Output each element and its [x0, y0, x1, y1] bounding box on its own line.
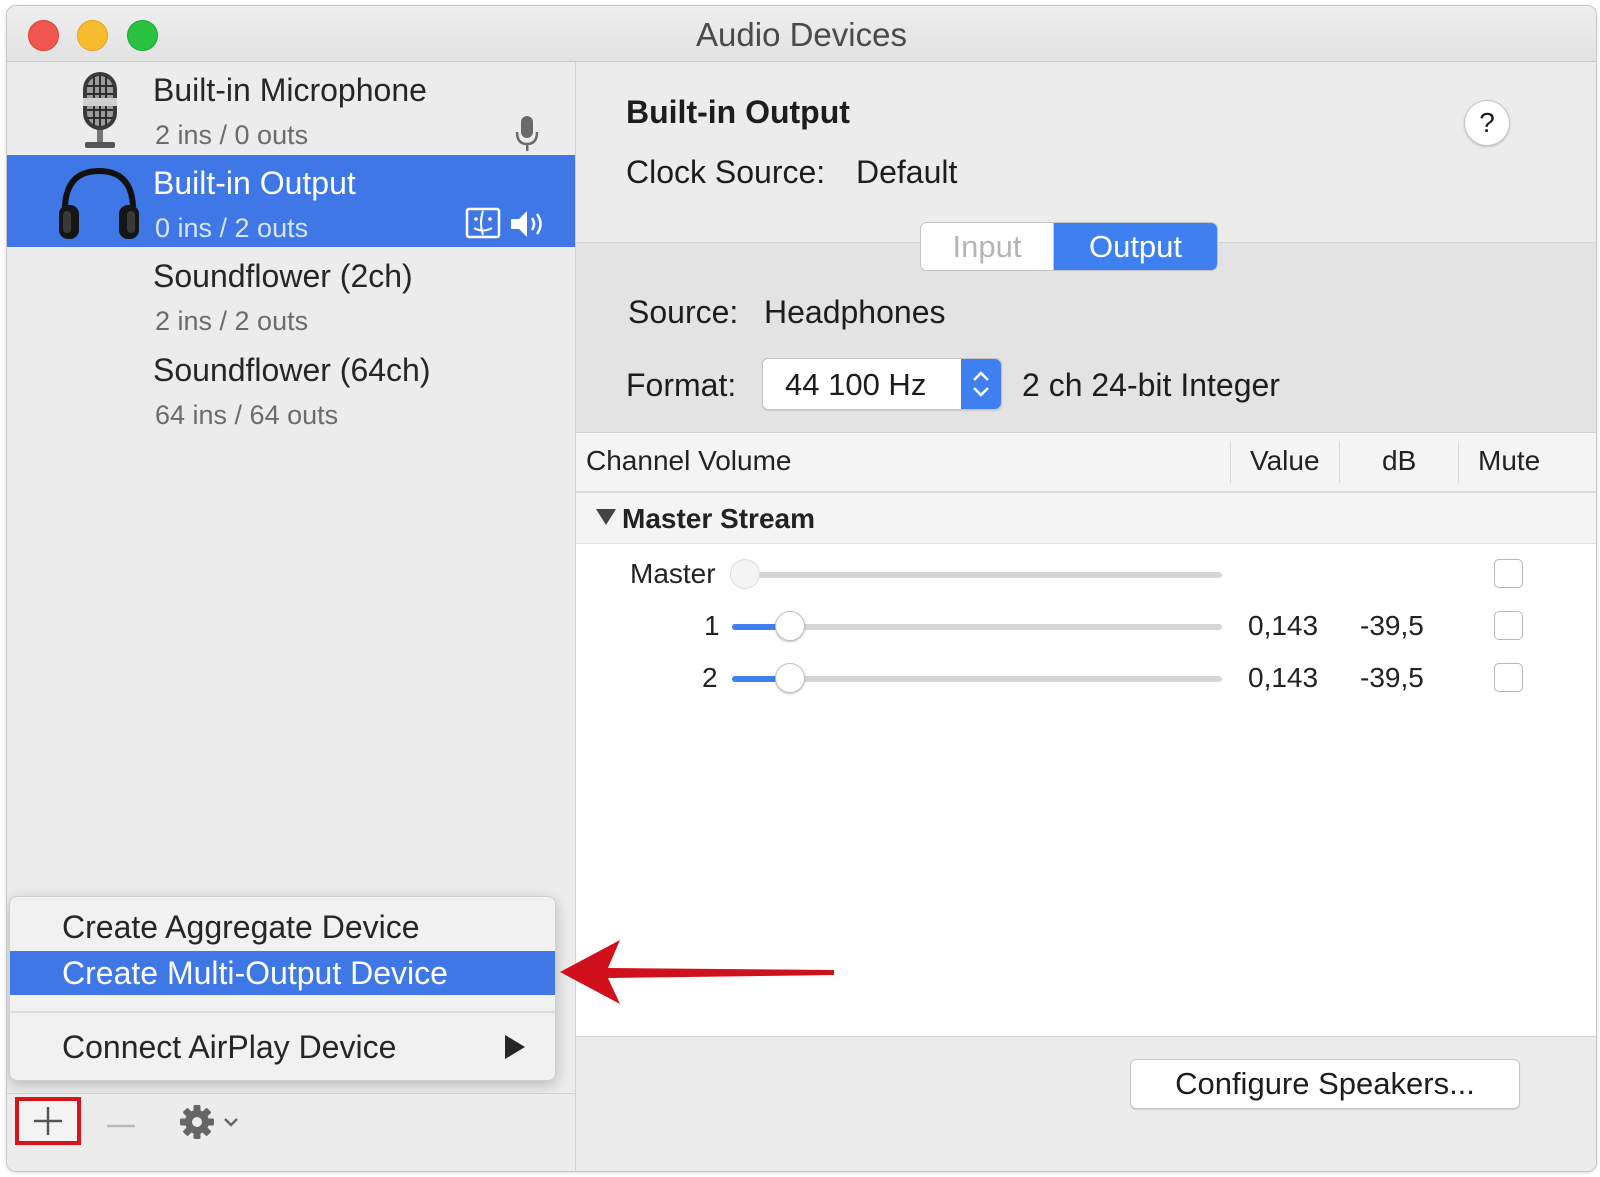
- column-divider: [1458, 441, 1459, 483]
- help-button[interactable]: ?: [1464, 100, 1510, 146]
- submenu-arrow-icon: [505, 1035, 525, 1059]
- format-label: Format:: [626, 367, 737, 403]
- device-item-built-in-output[interactable]: Built-in Output 0 ins / 2 outs: [7, 155, 575, 247]
- chevron-updown-icon: [973, 371, 989, 397]
- red-arrow-annotation: [560, 940, 834, 1004]
- device-item-built-in-microphone[interactable]: Built-in Microphone 2 ins / 0 outs: [7, 62, 575, 154]
- window-title: Audio Devices: [696, 16, 907, 53]
- disclosure-triangle-icon[interactable]: [596, 509, 616, 525]
- clock-source-value[interactable]: Default: [856, 154, 957, 191]
- volume-slider[interactable]: [732, 611, 1222, 641]
- slider-knob[interactable]: [775, 611, 806, 641]
- source-value: Headphones: [764, 294, 946, 330]
- device-io: 0 ins / 2 outs: [155, 213, 309, 243]
- tab-output[interactable]: Output: [1054, 223, 1217, 270]
- group-label: Master Stream: [622, 503, 815, 534]
- column-mute[interactable]: Mute: [1478, 445, 1540, 477]
- device-name: Built-in Microphone: [153, 72, 427, 108]
- channel-label: Master: [630, 558, 716, 589]
- device-name: Soundflower (64ch): [153, 352, 431, 388]
- remove-device-button[interactable]: [103, 1102, 139, 1142]
- table-header: Channel Volume Value dB Mute: [576, 433, 1596, 493]
- select-stepper: [961, 359, 1001, 409]
- sidebar-bottom-bar: [7, 1093, 575, 1154]
- channel-label: 2: [702, 662, 718, 693]
- volume-slider[interactable]: [732, 663, 1222, 693]
- volume-slider: [730, 559, 1222, 589]
- plus-icon: [34, 1107, 62, 1135]
- add-device-button[interactable]: [15, 1097, 81, 1145]
- finder-system-output-icon: [465, 207, 501, 239]
- device-item-soundflower-2ch[interactable]: Soundflower (2ch) 2 ins / 2 outs: [7, 248, 575, 340]
- mute-checkbox[interactable]: [1494, 663, 1523, 692]
- source-label: Source:: [628, 294, 739, 330]
- master-stream-group[interactable]: Master Stream: [576, 493, 1596, 544]
- device-header: Built-in Output Clock Source: Default ?: [576, 62, 1596, 242]
- sample-rate-select[interactable]: 44 100 Hz: [762, 358, 1002, 410]
- device-list: Built-in Microphone 2 ins / 0 outs Built…: [7, 62, 576, 1171]
- device-name: Built-in Output: [153, 165, 356, 201]
- tab-input[interactable]: Input: [921, 223, 1054, 270]
- column-divider: [1339, 441, 1340, 483]
- column-value[interactable]: Value: [1250, 445, 1320, 477]
- device-title: Built-in Output: [626, 94, 850, 130]
- column-db[interactable]: dB: [1382, 445, 1416, 477]
- channel-label: 1: [704, 610, 720, 641]
- slider-knob[interactable]: [775, 663, 806, 693]
- menu-item-connect-airplay-device[interactable]: Connect AirPlay Device: [10, 1025, 555, 1069]
- device-item-soundflower-64ch[interactable]: Soundflower (64ch) 64 ins / 64 outs: [7, 342, 575, 434]
- input-output-segmented-control: Input Output: [920, 222, 1218, 271]
- menu-item-create-multi-output-device[interactable]: Create Multi-Output Device: [10, 951, 555, 995]
- channel-db: -39,5: [1360, 662, 1424, 693]
- slider-knob: [730, 559, 760, 589]
- input-mic-icon: [515, 116, 539, 151]
- channel-row-1: 1 0,143 -39,5: [576, 600, 1596, 652]
- channel-row-master: Master: [576, 548, 1596, 600]
- minus-icon: [107, 1124, 135, 1128]
- gear-icon: [180, 1105, 238, 1139]
- mute-checkbox[interactable]: [1494, 611, 1523, 640]
- channel-value: 0,143: [1248, 610, 1319, 641]
- menu-item-create-aggregate-device[interactable]: Create Aggregate Device: [10, 905, 555, 949]
- speaker-icon: [511, 211, 542, 237]
- column-channel-volume[interactable]: Channel Volume: [586, 445, 791, 477]
- device-io: 2 ins / 2 outs: [155, 306, 309, 336]
- device-io: 64 ins / 64 outs: [155, 400, 339, 430]
- mute-checkbox[interactable]: [1494, 559, 1523, 588]
- format-description: 2 ch 24-bit Integer: [1022, 367, 1280, 403]
- detail-footer: Configure Speakers...: [576, 1036, 1596, 1171]
- menu-separator: [10, 1011, 555, 1013]
- channel-value: 0,143: [1248, 662, 1319, 693]
- channel-db: -39,5: [1360, 610, 1424, 641]
- add-device-menu: Create Aggregate Device Create Multi-Out…: [9, 896, 556, 1081]
- configure-speakers-button[interactable]: Configure Speakers...: [1130, 1059, 1520, 1109]
- device-io: 2 ins / 0 outs: [155, 120, 309, 150]
- device-name: Soundflower (2ch): [153, 258, 413, 294]
- device-actions-button[interactable]: [177, 1100, 247, 1144]
- clock-source-label: Clock Source:: [626, 154, 826, 190]
- microphone-icon: [83, 72, 117, 148]
- title-bar: Audio Devices: [7, 6, 1596, 62]
- channel-row-2: 2 0,143 -39,5: [576, 652, 1596, 704]
- sample-rate-value: 44 100 Hz: [785, 367, 927, 402]
- headphones-icon: [59, 167, 139, 239]
- column-divider: [1230, 441, 1231, 483]
